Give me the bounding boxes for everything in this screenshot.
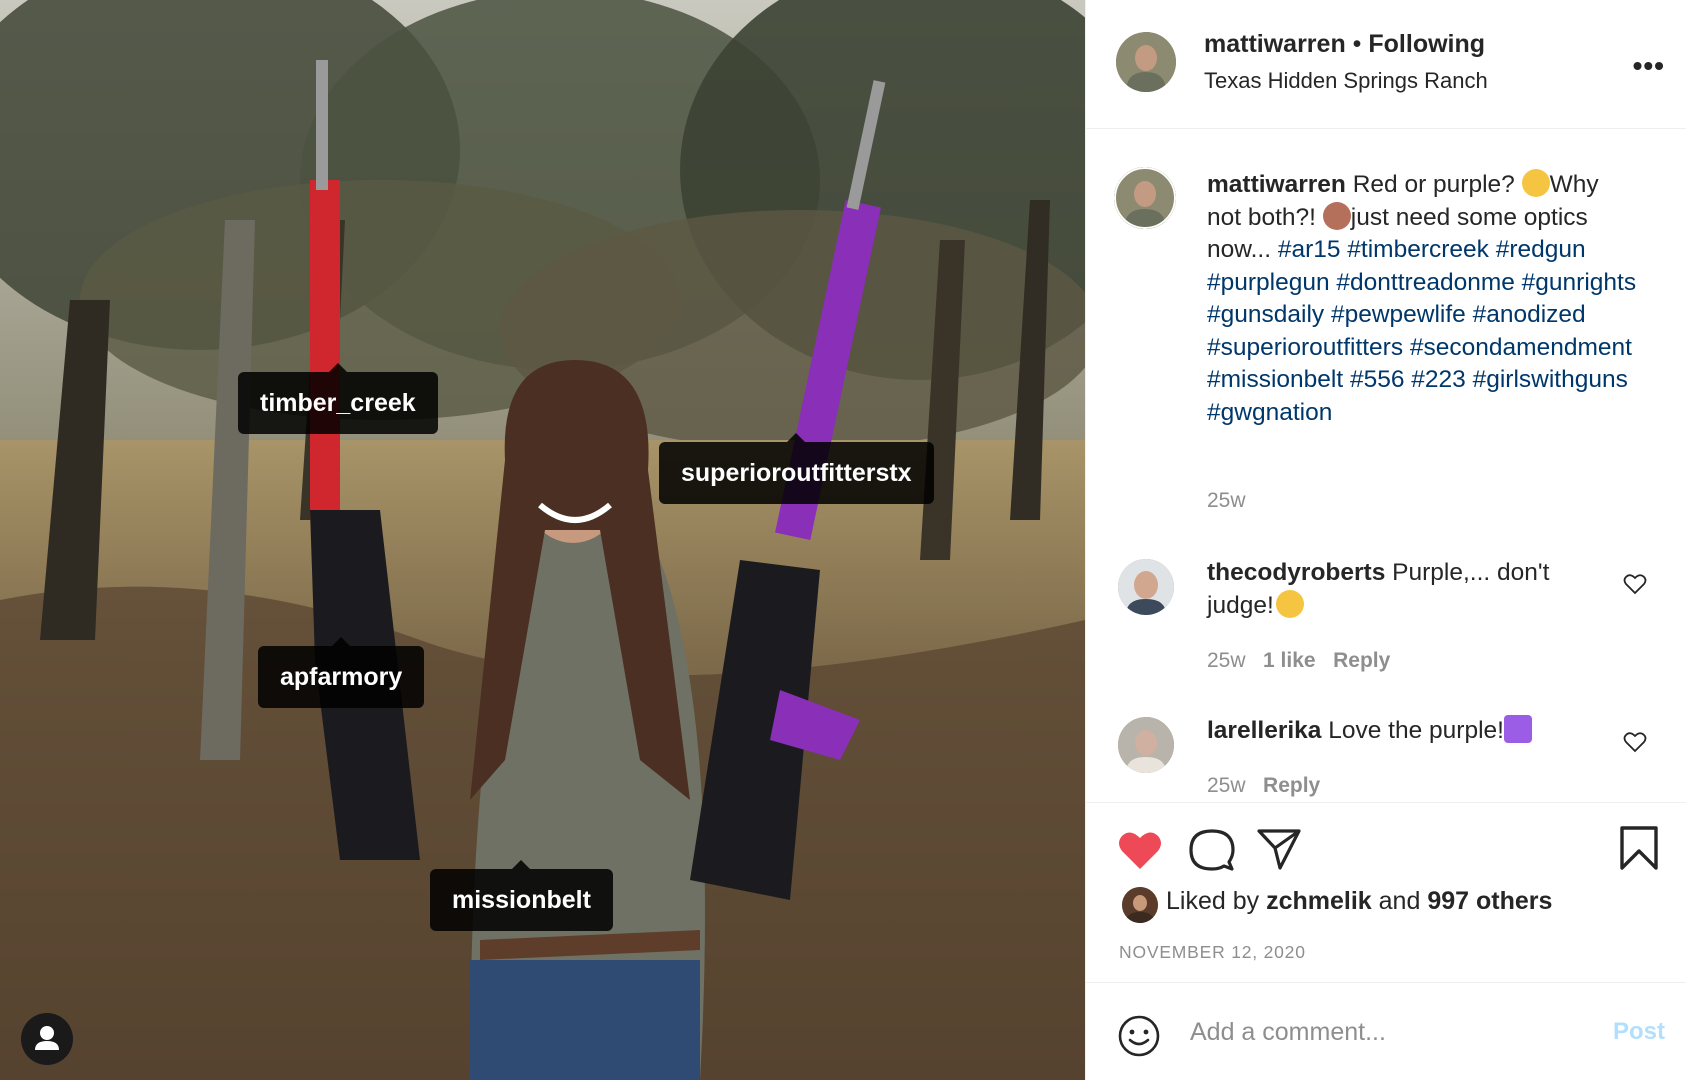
comment-meta: 25w Reply xyxy=(1207,774,1320,798)
purple-heart-emoji xyxy=(1503,715,1532,743)
more-icon: ••• xyxy=(1632,50,1665,81)
comment-text: Love the purple! xyxy=(1328,717,1504,744)
user-tags-button[interactable] xyxy=(21,1013,73,1065)
comment-username[interactable]: thecodyroberts xyxy=(1207,559,1385,586)
comment-username[interactable]: larellerika xyxy=(1207,717,1321,744)
heart-icon[interactable] xyxy=(1117,829,1163,871)
comment-icon[interactable] xyxy=(1189,827,1235,873)
share-icon[interactable] xyxy=(1256,827,1302,871)
header-separator: • xyxy=(1352,30,1362,58)
heart-icon[interactable] xyxy=(1623,731,1647,753)
header-user-line: mattiwarren • Following xyxy=(1204,30,1485,59)
user-tag-icon xyxy=(35,1026,59,1050)
caption-time[interactable]: 25w xyxy=(1207,489,1246,513)
caption-username[interactable]: mattiwarren xyxy=(1207,171,1346,198)
post-date[interactable]: NOVEMBER 12, 2020 xyxy=(1119,942,1306,963)
author-username[interactable]: mattiwarren xyxy=(1204,30,1346,58)
caption-author-avatar[interactable] xyxy=(1114,167,1176,229)
sunglasses-face-emoji xyxy=(1275,589,1304,618)
likes-summary: Liked by zchmelik and 997 others xyxy=(1166,887,1552,916)
reply-button[interactable]: Reply xyxy=(1333,649,1390,672)
comment-likes[interactable]: 1 like xyxy=(1263,649,1316,672)
location-link[interactable]: Texas Hidden Springs Ranch xyxy=(1204,68,1488,94)
reply-button[interactable]: Reply xyxy=(1263,774,1320,797)
liker-avatar[interactable] xyxy=(1122,887,1158,923)
caption-hashtags[interactable]: #ar15 #timbercreek #redgun #purplegun #d… xyxy=(1207,236,1636,426)
commenter-avatar[interactable] xyxy=(1118,717,1174,773)
product-tag-timber-creek[interactable]: timber_creek xyxy=(238,363,438,434)
post-header: mattiwarren • Following Texas Hidden Spr… xyxy=(1086,0,1686,129)
product-tag-apfarmory[interactable]: apfarmory xyxy=(258,637,425,708)
author-avatar[interactable] xyxy=(1116,32,1176,92)
liker-username[interactable]: zchmelik xyxy=(1266,887,1372,915)
comment-item: thecodyroberts Purple,... don't judge! xyxy=(1207,557,1597,622)
comment-input[interactable]: Add a comment... xyxy=(1190,1018,1386,1047)
likes-prefix: Liked by xyxy=(1166,887,1260,915)
product-tag-missionbelt[interactable]: missionbelt xyxy=(430,860,613,931)
caption-text-1: Red or purple? xyxy=(1352,171,1522,198)
comment-item: larellerika Love the purple! xyxy=(1207,715,1597,748)
thinking-face-emoji xyxy=(1521,169,1550,197)
more-options-button[interactable]: ••• xyxy=(1633,50,1665,82)
comments-section[interactable]: mattiwarren Red or purple? Why not both?… xyxy=(1086,129,1686,801)
commenter-avatar[interactable] xyxy=(1118,559,1174,615)
likes-others-link[interactable]: 997 others xyxy=(1427,887,1552,915)
emoji-icon[interactable] xyxy=(1117,1014,1161,1058)
post-sidebar: mattiwarren • Following Texas Hidden Spr… xyxy=(1085,0,1686,1080)
heart-icon[interactable] xyxy=(1623,573,1647,595)
post-photo[interactable]: timber_creek superioroutfitterstx apfarm… xyxy=(0,0,1085,1080)
follow-status-button[interactable]: Following xyxy=(1368,30,1485,58)
post-caption: mattiwarren Red or purple? Why not both?… xyxy=(1207,169,1637,429)
bookmark-icon[interactable] xyxy=(1619,825,1659,871)
person-tipping-hand-emoji xyxy=(1322,201,1351,230)
comment-time[interactable]: 25w xyxy=(1207,774,1246,797)
product-tag-superioroutfitterstx[interactable]: superioroutfitterstx xyxy=(659,433,934,504)
likes-middle: and xyxy=(1378,887,1421,915)
add-comment-bar: Add a comment... Post xyxy=(1086,982,1686,1081)
comment-time[interactable]: 25w xyxy=(1207,649,1246,672)
post-comment-button[interactable]: Post xyxy=(1613,1018,1665,1046)
comment-meta: 25w 1 like Reply xyxy=(1207,649,1390,673)
